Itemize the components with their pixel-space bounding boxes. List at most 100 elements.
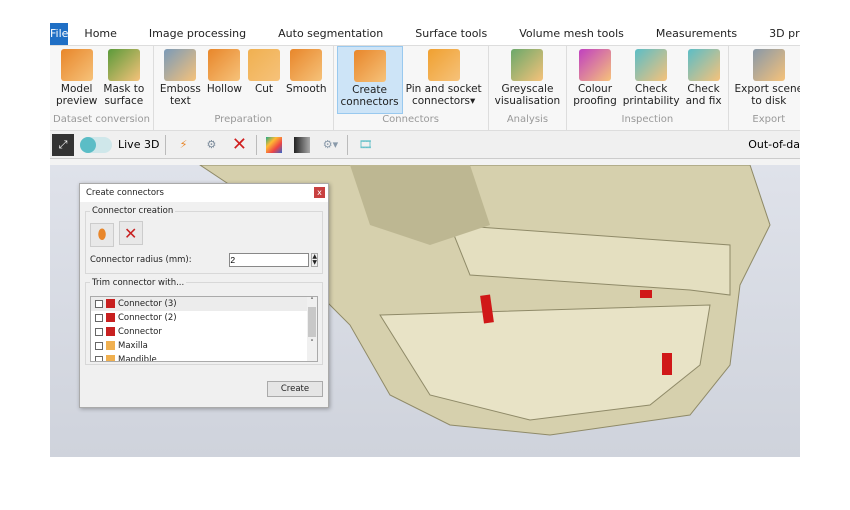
add-connector-button[interactable]: ⬮ <box>90 222 114 247</box>
ribbon-button-icon <box>578 49 611 81</box>
ribbon-button-icon <box>208 49 241 81</box>
ribbon-button-label: Create connectors <box>340 84 399 108</box>
ribbon-group-label: Inspection <box>621 114 674 125</box>
ribbon-button[interactable]: Hollow <box>204 46 245 114</box>
settings-refresh-icon[interactable]: ⚙ <box>200 134 222 156</box>
ribbon-button-label: Emboss text <box>159 83 201 107</box>
trim-list-item[interactable]: Connector (2) <box>91 311 317 325</box>
ribbon-button[interactable]: Model preview <box>53 46 100 114</box>
fullscreen-icon[interactable]: ⤢ <box>52 133 74 156</box>
ribbon-button-icon <box>353 50 386 82</box>
close-button[interactable]: x <box>314 187 325 198</box>
refresh-icon[interactable]: ⚡ <box>172 134 194 156</box>
trim-checkbox[interactable] <box>95 355 103 361</box>
trim-checkbox[interactable] <box>95 327 103 336</box>
connector-creation-label: Connector creation <box>92 206 174 216</box>
separator <box>165 134 167 155</box>
heatmap-icon[interactable] <box>263 134 285 156</box>
ribbon-button[interactable]: Emboss text <box>157 46 204 114</box>
ribbon-button-icon <box>164 49 197 81</box>
trim-list-item[interactable]: Maxilla <box>91 339 317 353</box>
ribbon-button[interactable]: Cut <box>245 46 283 114</box>
remove-connector-button[interactable]: ✕ <box>118 221 143 245</box>
trim-list: ˄ ˅ Connector (3) Connector (2) Connector Ma… <box>90 295 318 362</box>
ribbon-group-label: Export <box>752 114 786 125</box>
trim-item-label: Connector (3) <box>118 298 177 309</box>
ribbon-button[interactable]: Smooth <box>283 46 330 114</box>
ribbon-button[interactable]: Check and fix <box>683 46 725 114</box>
ribbon-button-icon <box>427 49 460 81</box>
connector-icon <box>106 313 115 322</box>
tab-file[interactable]: File <box>50 23 69 45</box>
surface-icon <box>106 341 115 350</box>
ribbon-button-label: Colour proofing <box>573 83 617 107</box>
ribbon-button[interactable]: Colour proofing <box>570 46 620 114</box>
radius-input[interactable] <box>229 252 310 267</box>
trim-item-label: Connector (2) <box>118 312 177 323</box>
ribbon-group: Create connectors Pin and socket connecto… <box>334 46 489 130</box>
ribbon-button[interactable]: Check printability <box>620 46 683 114</box>
list-scrollbar[interactable]: ˄ ˅ <box>307 296 317 361</box>
ribbon-button-label: Greyscale visualisation <box>494 83 561 107</box>
tab-auto-segmentation[interactable]: Auto segmentation <box>262 23 399 45</box>
ribbon-button-icon <box>687 49 720 81</box>
create-button[interactable]: Create <box>267 381 323 397</box>
ribbon-button-icon <box>752 49 785 81</box>
ribbon-group-label: Analysis <box>506 114 549 125</box>
ribbon-group: Model preview Mask to surface Dataset conv… <box>50 46 154 130</box>
ribbon-group-label: Connectors <box>382 114 439 125</box>
separator <box>256 134 258 155</box>
ribbon-button[interactable]: Pin and socket connectors▾ <box>403 46 485 114</box>
ribbon-button[interactable]: Greyscale visualisation <box>492 46 564 114</box>
ribbon-group-label: Dataset conversion <box>53 114 150 125</box>
ribbon-button-icon <box>248 49 280 81</box>
ribbon-button-label: Hollow <box>206 83 242 95</box>
ribbon-group-label: Preparation <box>214 114 273 125</box>
tab-3d-preview[interactable]: 3D previe <box>753 23 800 45</box>
delete-icon: ✕ <box>124 223 138 243</box>
add-video-icon[interactable]: 🎞 <box>354 134 376 156</box>
trim-item-label: Mandible <box>118 354 157 362</box>
trim-item-label: Connector <box>118 326 162 337</box>
connector-icon <box>106 299 115 308</box>
ribbon-button-icon <box>511 49 544 81</box>
ribbon-tabs: File Home Image processing Auto segmenta… <box>50 23 800 45</box>
radius-stepper[interactable]: ▲ ▼ <box>311 252 318 267</box>
ribbon-button-label: Model preview <box>56 83 98 107</box>
trim-list-item[interactable]: Connector <box>91 325 317 339</box>
tab-volume-mesh-tools[interactable]: Volume mesh tools <box>503 23 640 45</box>
ribbon-button[interactable]: Export scene to disk <box>732 46 800 114</box>
ribbon-group: Colour proofing Check printability Check a… <box>567 46 729 130</box>
tab-image-processing[interactable]: Image processing <box>133 23 262 45</box>
ribbon-group: Emboss text Hollow Cut Smooth Preparation <box>154 46 334 130</box>
trim-checkbox[interactable] <box>95 341 103 350</box>
view-toolbar: ⤢ Live 3D ⚡ ⚙ ✕ ⚙▾ 🎞 Out-of-da <box>50 131 800 159</box>
ribbon-button-label: Export scene to disk <box>734 83 800 107</box>
ribbon-button[interactable]: Create connectors <box>336 46 403 114</box>
ribbon-button-icon <box>107 49 140 81</box>
trim-group: Trim connector with... ˄ ˅ Connector (3) C… <box>85 277 323 365</box>
greyscale-icon[interactable] <box>291 134 313 156</box>
live-3d-toggle[interactable] <box>80 136 112 153</box>
delete-icon[interactable]: ✕ <box>228 134 250 156</box>
ribbon-button[interactable]: Mask to surface <box>100 46 147 114</box>
connector-creation-group: Connector creation ⬮ ✕ Connector radius … <box>85 206 323 274</box>
add-connector-icon: ⬮ <box>97 226 107 243</box>
tab-measurements[interactable]: Measurements <box>640 23 753 45</box>
tab-home[interactable]: Home <box>68 23 132 45</box>
ribbon-button-icon <box>60 49 93 81</box>
ribbon-button-label: Pin and socket connectors▾ <box>405 83 482 107</box>
trim-checkbox[interactable] <box>95 313 103 322</box>
ribbon-group: Greyscale visualisation Analysis <box>489 46 568 130</box>
trim-label: Trim connector with... <box>92 277 185 288</box>
ribbon-group: Export scene to disk Export <box>729 46 800 130</box>
app-window: File Home Image processing Auto segmenta… <box>50 23 800 457</box>
ribbon-button-label: Check printability <box>622 83 680 107</box>
trim-list-item[interactable]: Mandible <box>91 353 317 362</box>
trim-checkbox[interactable] <box>95 299 103 308</box>
ribbon: Model preview Mask to surface Dataset conv… <box>50 45 800 131</box>
trim-list-item[interactable]: Connector (3) <box>91 296 317 311</box>
render-settings-icon[interactable]: ⚙▾ <box>319 134 341 156</box>
tab-surface-tools[interactable]: Surface tools <box>399 23 503 45</box>
radius-label: Connector radius (mm): <box>90 254 192 265</box>
